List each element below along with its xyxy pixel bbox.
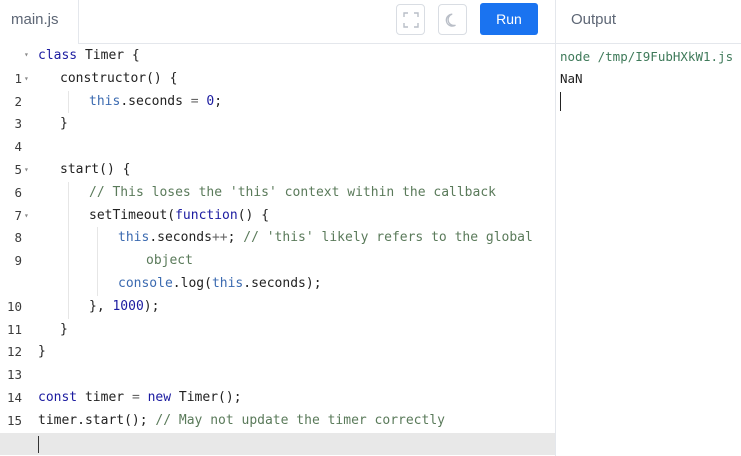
code-text: } — [60, 116, 68, 132]
editor-pane: main.js Run 1 ▾ class Timer { 2 ▾ constr… — [0, 0, 555, 456]
indent-guide — [97, 250, 98, 273]
run-button[interactable]: Run — [480, 3, 538, 35]
code-text: timer.start(); // May not update the tim… — [38, 412, 445, 428]
indent-guide — [97, 273, 98, 296]
code-line: 14 — [0, 364, 555, 405]
indent-guide — [68, 204, 69, 228]
output-pane: Output node /tmp/I9FubHXkW1.js NaN — [555, 0, 741, 456]
code-line: 5 — [0, 136, 555, 177]
code-line: 9 this.seconds++; // 'this' likely refer… — [0, 227, 555, 268]
indent-guide — [68, 181, 69, 205]
output-header: Output — [556, 0, 741, 44]
code-line: 8 ▾ setTimeout(function() { — [0, 204, 555, 245]
code-text: } — [60, 321, 68, 337]
fold-arrow-icon[interactable]: ▾ — [24, 205, 29, 228]
code-comment: // This loses the 'this' context within … — [89, 184, 496, 200]
code-line-active[interactable]: 17 — [0, 432, 555, 456]
code-line-wrapped: object — [0, 250, 555, 273]
code-text: this.seconds = 0; — [89, 93, 223, 109]
code-text: }, 1000); — [89, 298, 160, 314]
output-title: Output — [571, 11, 617, 28]
code-text: } — [38, 344, 46, 360]
code-line: 4 } — [0, 113, 555, 154]
code-line: 13 } — [0, 341, 555, 382]
output-result: NaN — [560, 71, 583, 86]
indent-guide — [97, 227, 98, 251]
code-line: 3 this.seconds = 0; — [0, 90, 555, 131]
indent-guide — [68, 273, 69, 296]
code-line: 10 console.log(this.seconds); — [0, 273, 555, 314]
code-text: console.log(this.seconds); — [118, 276, 322, 291]
code-line: 7 // This loses the 'this' context withi… — [0, 181, 555, 223]
code-text: setTimeout(function() { — [89, 207, 270, 223]
editor-toolbar: main.js Run — [0, 0, 555, 44]
output-command: node /tmp/I9FubHXkW1.js — [560, 49, 734, 64]
fold-arrow-icon[interactable]: ▾ — [24, 68, 29, 91]
code-text: start() { — [60, 162, 131, 177]
code-text: class Timer { — [38, 48, 140, 63]
code-line: 11 }, 1000); — [0, 295, 555, 337]
code-line: 16 timer.start(); // May not update the … — [0, 410, 555, 451]
moon-icon — [445, 12, 456, 27]
code-text: this.seconds++; // 'this' likely refers … — [118, 230, 533, 246]
indent-guide — [68, 250, 69, 273]
indent-guide — [68, 90, 69, 114]
fold-arrow-icon[interactable]: ▾ — [24, 44, 29, 67]
fullscreen-button[interactable] — [396, 4, 425, 35]
code-line: 2 ▾ constructor() { — [0, 68, 555, 109]
code-editor[interactable]: 1 ▾ class Timer { 2 ▾ constructor() { 3 … — [0, 45, 555, 456]
fold-arrow-icon[interactable]: ▾ — [24, 159, 29, 182]
indent-guide — [68, 295, 69, 319]
code-line: 1 ▾ class Timer { — [0, 44, 555, 86]
expand-icon — [402, 11, 419, 28]
output-cursor — [560, 92, 561, 111]
theme-toggle-button[interactable] — [438, 4, 467, 35]
code-line: 15 const timer = new Timer(); — [0, 387, 555, 428]
text-cursor — [38, 435, 39, 453]
code-line: 6 ▾ start() { — [0, 159, 555, 200]
indent-guide — [68, 227, 69, 251]
code-comment: object — [146, 253, 193, 269]
file-tab-main-js[interactable]: main.js — [0, 0, 79, 44]
code-text: constructor() { — [60, 70, 178, 86]
code-text: const timer = new Timer(); — [38, 390, 242, 405]
code-line: 12 } — [0, 319, 555, 360]
